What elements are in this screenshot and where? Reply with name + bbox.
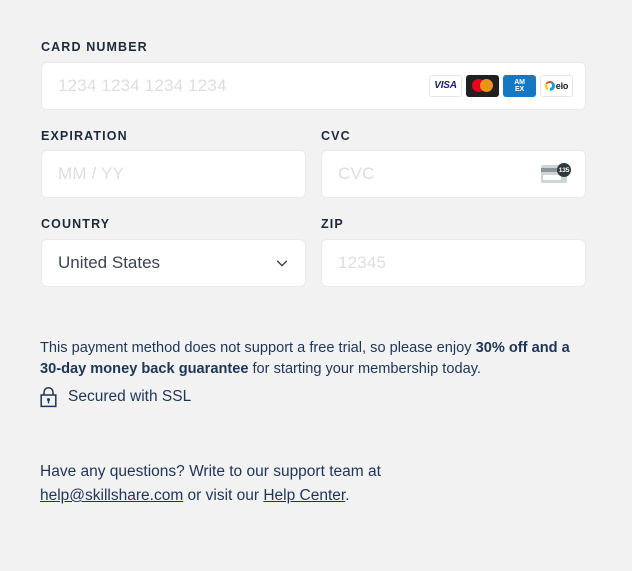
cvc-input[interactable]: CVC 135	[321, 150, 586, 198]
country-field-group: COUNTRY United States	[41, 218, 306, 287]
support-part2: or visit our	[183, 487, 264, 504]
help-center-link[interactable]: Help Center	[263, 487, 345, 504]
cvc-badge: 135	[557, 163, 571, 177]
elo-icon: elo	[540, 74, 573, 97]
support-email-link[interactable]: help@skillshare.com	[40, 487, 183, 504]
elo-circle-mark	[544, 80, 555, 91]
expiration-cvc-row: EXPIRATION MM / YY CVC CVC 135	[41, 128, 586, 198]
expiration-input[interactable]: MM / YY	[41, 150, 306, 198]
support-part1: Have any questions? Write to our support…	[40, 463, 381, 480]
cvc-field-group: CVC CVC 135	[321, 128, 586, 198]
country-select[interactable]: United States	[41, 238, 306, 287]
amex-icon: AM EX	[503, 74, 536, 97]
cvc-label: CVC	[321, 128, 351, 143]
country-value: United States	[58, 252, 161, 272]
expiration-field-group: EXPIRATION MM / YY	[41, 128, 306, 198]
mastercard-icon	[466, 74, 499, 97]
trial-note: This payment method does not support a f…	[40, 338, 588, 380]
zip-label: ZIP	[321, 217, 344, 231]
trial-note-part2: for starting your membership today.	[248, 361, 481, 377]
zip-placeholder: 12345	[338, 252, 387, 272]
payment-form-page: CARD NUMBER 1234 1234 1234 1234 VISA AM …	[0, 0, 632, 571]
cvc-card-icon: 135	[541, 163, 571, 185]
cvc-signature-bar	[543, 175, 561, 180]
card-number-input[interactable]: 1234 1234 1234 1234 VISA AM EX elo	[41, 61, 586, 110]
visa-icon-text: VISA	[434, 80, 457, 91]
support-part3: .	[345, 487, 350, 504]
chevron-down-icon	[276, 260, 288, 266]
country-label: COUNTRY	[41, 217, 111, 231]
card-number-placeholder: 1234 1234 1234 1234	[58, 75, 227, 95]
payment-form: CARD NUMBER 1234 1234 1234 1234 VISA AM …	[41, 41, 586, 287]
card-brand-icons: VISA AM EX elo	[429, 74, 573, 97]
card-number-field-group: CARD NUMBER 1234 1234 1234 1234 VISA AM …	[41, 41, 586, 110]
elo-icon-text: elo	[555, 80, 569, 91]
expiration-label: EXPIRATION	[41, 128, 128, 143]
support-text: Have any questions? Write to our support…	[40, 460, 510, 508]
ssl-text: Secured with SSL	[68, 388, 192, 405]
zip-field-group: ZIP 12345	[321, 218, 586, 287]
mastercard-yellow-circle	[480, 79, 493, 92]
ssl-notice: Secured with SSL	[39, 386, 191, 408]
zip-input[interactable]: 12345	[321, 238, 586, 287]
expiration-placeholder: MM / YY	[58, 164, 125, 183]
country-zip-row: COUNTRY United States ZIP 12345	[41, 218, 586, 287]
cvc-placeholder: CVC	[338, 164, 375, 183]
trial-note-part1: This payment method does not support a f…	[40, 340, 476, 356]
amex-line1: AM	[514, 78, 525, 86]
visa-icon: VISA	[429, 74, 462, 97]
card-number-label: CARD NUMBER	[41, 40, 148, 54]
amex-line2: EX	[515, 85, 524, 93]
lock-icon	[40, 386, 57, 408]
amex-icon-text: AM EX	[514, 78, 525, 93]
